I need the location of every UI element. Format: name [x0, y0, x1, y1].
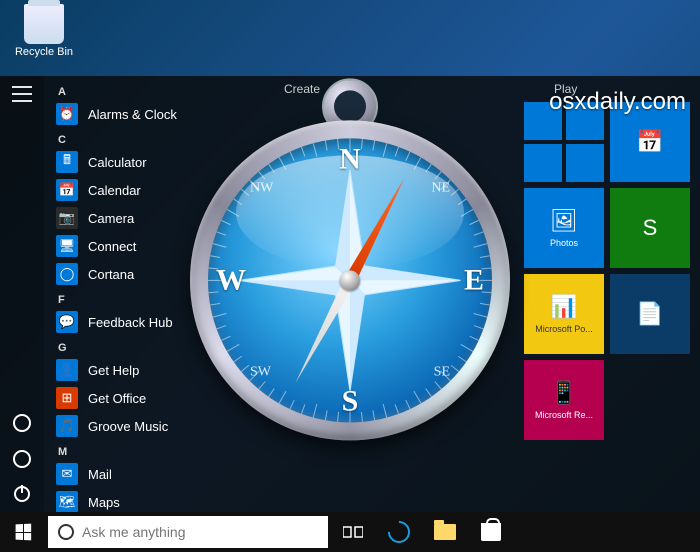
recycle-bin-icon — [24, 4, 64, 44]
hamburger-icon[interactable] — [12, 86, 32, 102]
tile[interactable]: 📊 Microsoft Po... — [524, 274, 604, 354]
tile[interactable]: 🖼 Photos — [524, 188, 604, 268]
account-icon[interactable] — [13, 414, 31, 432]
folder-icon — [434, 524, 456, 540]
cardinal-n: N — [339, 142, 361, 176]
start-button[interactable] — [0, 512, 46, 552]
tile-icon: 📊 — [550, 294, 577, 320]
app-icon: 📷 — [56, 207, 78, 229]
file-explorer-button[interactable] — [422, 512, 468, 552]
app-icon: 🖩 — [56, 151, 78, 173]
cardinal-e: E — [464, 263, 484, 297]
tile-label: Microsoft Re... — [535, 410, 593, 420]
cardinal-s: S — [342, 384, 359, 418]
edge-icon — [383, 516, 414, 547]
cardinal-nw: NW — [250, 180, 273, 196]
task-view-icon — [343, 525, 363, 539]
safari-compass: N E S W NW NE SW SE — [180, 78, 520, 458]
app-label: Groove Music — [88, 419, 168, 434]
settings-icon[interactable] — [13, 450, 31, 468]
app-icon: 🖥 — [56, 235, 78, 257]
edge-button[interactable] — [376, 512, 422, 552]
tile-grid: 📅 🖼 Photos S 📊 Microsoft Po... 📄 📱 Microsoft Re.… — [524, 102, 690, 440]
app-label: Alarms & Clock — [88, 107, 177, 122]
app-label: Get Help — [88, 363, 139, 378]
compass-dial: N E S W NW NE SW SE — [208, 138, 492, 422]
tile-icon: 📄 — [636, 301, 663, 327]
search-input[interactable] — [82, 524, 318, 540]
cardinal-w: W — [216, 263, 246, 297]
app-icon: 💬 — [56, 311, 78, 333]
task-view-button[interactable] — [330, 512, 376, 552]
compass-hub — [340, 270, 360, 290]
tile-icon: 📅 — [636, 129, 663, 155]
cardinal-sw: SW — [250, 364, 271, 380]
app-label: Feedback Hub — [88, 315, 173, 330]
app-icon: ⊞ — [56, 387, 78, 409]
tile[interactable]: 📄 — [610, 274, 690, 354]
app-icon: ⏰ — [56, 103, 78, 125]
app-label: Cortana — [88, 267, 134, 282]
app-label: Maps — [88, 495, 120, 510]
windows-logo-icon — [16, 524, 32, 541]
app-icon: ◯ — [56, 263, 78, 285]
app-label: Connect — [88, 239, 136, 254]
app-label: Calculator — [88, 155, 147, 170]
tile-small[interactable] — [524, 144, 562, 182]
app-item[interactable]: 🗺 Maps — [44, 488, 274, 512]
tile-icon: 🖼 — [550, 208, 578, 234]
store-icon — [481, 523, 501, 541]
recycle-bin-label: Recycle Bin — [14, 46, 74, 58]
tile-small[interactable] — [566, 144, 604, 182]
app-label: Calendar — [88, 183, 141, 198]
app-icon: 📅 — [56, 179, 78, 201]
tile-label: Photos — [550, 238, 578, 248]
tile[interactable]: S — [610, 188, 690, 268]
search-box[interactable] — [48, 516, 328, 548]
power-icon[interactable] — [14, 486, 30, 502]
cortana-icon — [58, 524, 74, 540]
tile[interactable]: 📱 Microsoft Re... — [524, 360, 604, 440]
cardinal-ne: NE — [431, 180, 450, 196]
tile-icon: 📱 — [550, 380, 577, 406]
app-label: Get Office — [88, 391, 146, 406]
app-icon: ✉ — [56, 463, 78, 485]
app-icon: 👤 — [56, 359, 78, 381]
app-label: Mail — [88, 467, 112, 482]
cardinal-se: SE — [434, 364, 450, 380]
tile-icon: S — [643, 215, 658, 241]
store-button[interactable] — [468, 512, 514, 552]
app-item[interactable]: ✉ Mail — [44, 460, 274, 488]
app-icon: 🎵 — [56, 415, 78, 437]
app-label: Camera — [88, 211, 134, 226]
taskbar — [0, 512, 700, 552]
app-icon: 🗺 — [56, 491, 78, 512]
recycle-bin[interactable]: Recycle Bin — [14, 4, 74, 58]
watermark: osxdaily.com — [549, 88, 686, 116]
tile-label: Microsoft Po... — [535, 324, 593, 334]
start-rail — [0, 76, 44, 512]
